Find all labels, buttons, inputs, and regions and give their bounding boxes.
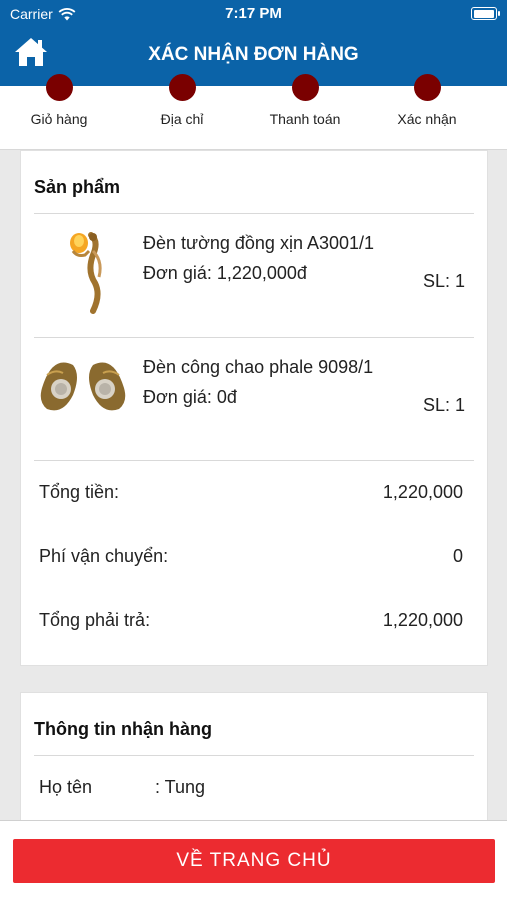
product-item[interactable]: Đèn tường đồng xịn A3001/1 Đơn giá: 1,22… [21, 213, 489, 337]
summary-row-subtotal: Tổng tiền: 1,220,000 [39, 482, 463, 503]
summary-label: Tổng tiền: [39, 482, 120, 502]
summary-value: 1,220,000 [382, 610, 463, 630]
products-card: Sản phẩm Đèn tường đồng xịn A3001/1 Đơn … [20, 150, 488, 666]
checkout-stepper: Giỏ hàng Địa chỉ Thanh toán Xác nhận [0, 74, 507, 150]
back-to-home-button[interactable]: VỀ TRANG CHỦ [13, 839, 495, 883]
step-label: Địa chỉ [160, 111, 204, 127]
product-price-line: Đơn giá: 1,220,000đ [143, 263, 307, 284]
product-name: Đèn công chao phale 9098/1 [143, 357, 374, 377]
summary-row-total: Tổng phải trả: 1,220,000 [39, 610, 463, 631]
info-section-title: Thông tin nhận hàng [34, 719, 212, 739]
summary-row-shipping: Phí vận chuyển: 0 [39, 546, 463, 567]
info-value: : Tung [155, 777, 206, 797]
bottom-bar: VỀ TRANG CHỦ [0, 820, 507, 900]
qty-value: 1 [454, 271, 465, 291]
battery-fill [473, 9, 494, 18]
summary-label: Tổng phải trả: [39, 610, 151, 630]
info-label: Họ tên [39, 777, 93, 797]
products-section-title: Sản phẩm [34, 177, 121, 197]
step-dot [168, 74, 196, 101]
product-item[interactable]: Đèn công chao phale 9098/1 Đơn giá: 0đ S… [21, 337, 489, 461]
divider [34, 755, 474, 756]
step-address[interactable]: Địa chỉ [127, 74, 237, 127]
step-dot [413, 74, 441, 101]
step-label: Xác nhận [397, 111, 457, 127]
summary-label: Phí vận chuyển: [39, 546, 169, 566]
product-price-line: Đơn giá: 0đ [143, 387, 237, 408]
step-cart[interactable]: Giỏ hàng [4, 74, 114, 127]
price-value: 1,220,000đ [216, 263, 307, 283]
qty-value: 1 [454, 395, 465, 415]
step-payment[interactable]: Thanh toán [250, 74, 360, 127]
price-label: Đơn giá: [143, 387, 212, 407]
price-value: 0đ [216, 387, 237, 407]
step-confirm[interactable]: Xác nhận [372, 74, 482, 127]
info-row-name: Họ tên : Tung [39, 777, 205, 798]
battery-icon [471, 7, 500, 20]
product-qty-line: SL: 1 [423, 395, 465, 416]
divider [34, 460, 474, 461]
price-label: Đơn giá: [143, 263, 212, 283]
summary-value: 1,220,000 [382, 482, 463, 502]
step-label: Giỏ hàng [30, 111, 88, 127]
qty-label: SL: [422, 395, 450, 415]
status-bar: Carrier 7:17 PM [0, 0, 507, 28]
summary-value: 0 [452, 546, 463, 566]
product-qty-line: SL: 1 [423, 271, 465, 292]
step-dot [45, 74, 73, 101]
step-dot [291, 74, 319, 101]
page-title: XÁC NHẬN ĐƠN HÀNG [148, 44, 359, 65]
product-image-peacock-lamp [40, 362, 126, 411]
step-label: Thanh toán [269, 111, 341, 127]
status-time: 7:17 PM [225, 5, 282, 22]
qty-label: SL: [422, 271, 450, 291]
product-image-wall-lamp [70, 232, 102, 314]
receiver-info-card: Thông tin nhận hàng Họ tên : Tung [20, 692, 488, 832]
product-name: Đèn tường đồng xịn A3001/1 [143, 233, 375, 253]
